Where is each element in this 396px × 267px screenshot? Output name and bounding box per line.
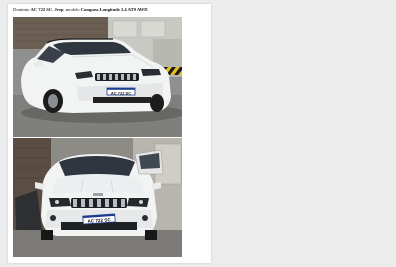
license-plate-1: AC 722 SC — [111, 90, 131, 95]
document-viewer: Dominio AC 722 SC, Jeep, modelo Compass … — [0, 0, 396, 267]
plate-number: AC 722 SC — [30, 7, 53, 12]
vehicle-caption: Dominio AC 722 SC, Jeep, modelo Compass … — [13, 7, 209, 13]
vehicle-model: Compass Longitude 2.4 AT9 AWD — [80, 7, 148, 12]
caption-model-prefix: , modelo — [63, 7, 81, 12]
document-page: Dominio AC 722 SC, Jeep, modelo Compass … — [8, 4, 211, 263]
vehicle-photo-front: AC 722 SC — [13, 138, 182, 257]
vehicle-photo-front-three-quarter: AC 722 SC — [13, 17, 182, 137]
caption-prefix: Dominio — [13, 7, 31, 12]
